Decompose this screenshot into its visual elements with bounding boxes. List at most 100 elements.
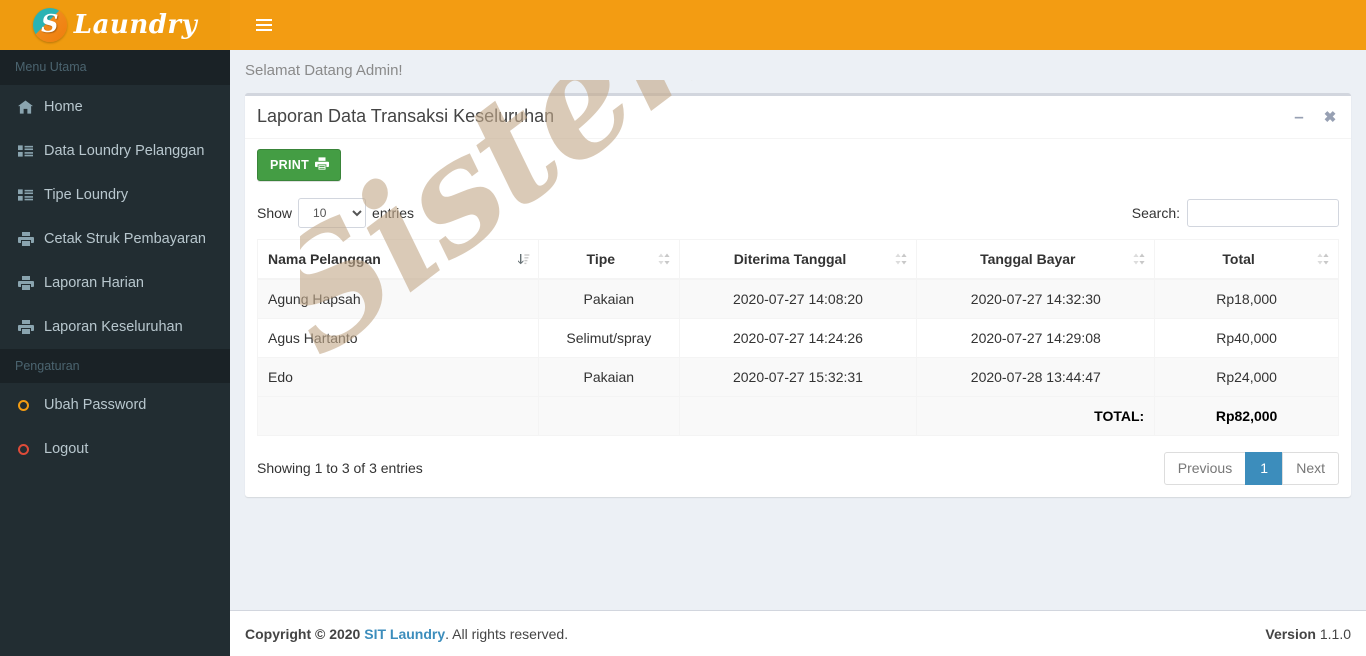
- show-label: Show: [257, 205, 293, 221]
- sort-desc-icon: [516, 252, 530, 266]
- table-head: Nama Pelanggan Tipe Diterima Tanggal Tan…: [256, 239, 1339, 280]
- company-link[interactable]: SIT Laundry: [364, 626, 445, 642]
- table-row[interactable]: Edo Pakaian 2020-07-27 15:32:31 2020-07-…: [256, 357, 1339, 397]
- column-header-nama-pelanggan[interactable]: Nama Pelanggan: [256, 239, 540, 280]
- column-header-tanggal-bayar[interactable]: Tanggal Bayar: [916, 239, 1156, 280]
- entries-label: entries: [372, 205, 415, 221]
- page-footer: Copyright © 2020 SIT Laundry. All rights…: [230, 610, 1366, 656]
- sidebar-item-ubah-password[interactable]: Ubah Password: [0, 383, 230, 427]
- cell-nama-pelanggan: Edo: [256, 357, 540, 397]
- search-control: Search:: [1132, 199, 1339, 227]
- list-icon: [18, 188, 44, 201]
- sort-none-icon: [1132, 252, 1146, 266]
- page-root: S Laundry Menu Utama Home Data Loundry P…: [0, 0, 1366, 656]
- hamburger-bar: [256, 29, 272, 31]
- pagination-next[interactable]: Next: [1282, 451, 1339, 485]
- sort-none-icon: [1316, 252, 1330, 266]
- pagination-page-1[interactable]: 1: [1245, 451, 1284, 485]
- box-tools: – ✖: [1288, 106, 1341, 128]
- entries-length-control: Show 10 25 50 100 entries: [257, 198, 414, 228]
- cell-diterima-tanggal: 2020-07-27 14:08:20: [678, 278, 918, 319]
- column-label: Tipe: [586, 251, 616, 267]
- sidebar-item-tipe-loundry[interactable]: Tipe Loundry: [0, 173, 230, 217]
- column-header-tipe[interactable]: Tipe: [538, 239, 680, 280]
- list-icon: [18, 144, 44, 157]
- column-label: Nama Pelanggan: [268, 251, 381, 267]
- sidebar-item-data-loundry-pelanggan[interactable]: Data Loundry Pelanggan: [0, 129, 230, 173]
- brand-name: Laundry: [73, 10, 198, 40]
- cell-tanggal-bayar: 2020-07-27 14:32:30: [916, 278, 1156, 319]
- content-wrapper: Selamat Datang Admin! Laporan Data Trans…: [230, 50, 1366, 656]
- top-navbar: [230, 0, 1366, 50]
- pagination: Previous 1 Next: [1163, 451, 1339, 485]
- sidebar-item-label: Logout: [44, 441, 89, 457]
- datatable-controls: Show 10 25 50 100 entries Search:: [257, 198, 1339, 228]
- entries-per-page-select[interactable]: 10 25 50 100: [298, 198, 367, 228]
- cell-total: Rp18,000: [1154, 278, 1339, 319]
- hamburger-bar: [256, 24, 272, 26]
- circle-red-icon: [18, 443, 44, 455]
- cell-tipe: Pakaian: [538, 357, 680, 397]
- circle-orange-icon: [18, 399, 44, 411]
- copyright: Copyright © 2020 SIT Laundry. All rights…: [245, 626, 568, 642]
- sidebar-item-label: Cetak Struk Pembayaran: [44, 230, 206, 247]
- page-greeting: Selamat Datang Admin!: [245, 62, 403, 79]
- sidebar-item-laporan-keseluruhan[interactable]: Laporan Keseluruhan: [0, 305, 230, 349]
- version-info: Version 1.1.0: [1265, 626, 1351, 642]
- sidebar-section-header-settings: Pengaturan: [0, 348, 230, 383]
- version-label: Version: [1265, 625, 1316, 642]
- table-row[interactable]: Agung Hapsah Pakaian 2020-07-27 14:08:20…: [256, 278, 1339, 319]
- sidebar-item-label: Laporan Harian: [44, 274, 144, 291]
- column-header-diterima-tanggal[interactable]: Diterima Tanggal: [678, 239, 918, 280]
- table-header-row: Nama Pelanggan Tipe Diterima Tanggal Tan…: [256, 239, 1339, 280]
- sidebar-item-home[interactable]: Home: [0, 85, 230, 129]
- print-icon: [18, 319, 44, 334]
- cell-tipe: Selimut/spray: [538, 318, 680, 358]
- transactions-table: Nama Pelanggan Tipe Diterima Tanggal Tan…: [256, 239, 1339, 436]
- cell-tipe: Pakaian: [538, 278, 680, 319]
- content-body: Laporan Data Transaksi Keseluruhan – ✖ P…: [230, 93, 1366, 497]
- column-header-total[interactable]: Total: [1154, 239, 1339, 280]
- box-body: PRINT Show 10 25 50 100: [245, 139, 1351, 497]
- sidebar-section-header-main: Menu Utama: [0, 50, 230, 85]
- print-button-label: PRINT: [270, 158, 309, 172]
- sidebar: Menu Utama Home Data Loundry Pelanggan T…: [0, 50, 230, 656]
- table-row[interactable]: Agus Hartanto Selimut/spray 2020-07-27 1…: [256, 318, 1339, 358]
- datatable-footer: Showing 1 to 3 of 3 entries Previous 1 N…: [257, 451, 1339, 485]
- datatable-info: Showing 1 to 3 of 3 entries: [257, 460, 423, 476]
- brand-logo[interactable]: S Laundry: [32, 8, 198, 42]
- sidebar-item-cetak-struk-pembayaran[interactable]: Cetak Struk Pembayaran: [0, 217, 230, 261]
- sidebar-item-laporan-harian[interactable]: Laporan Harian: [0, 261, 230, 305]
- hamburger-icon[interactable]: [242, 0, 286, 50]
- logo-bar[interactable]: S Laundry: [0, 0, 230, 50]
- sort-none-icon: [657, 252, 671, 266]
- sidebar-item-label: Data Loundry Pelanggan: [44, 142, 205, 159]
- column-label: Tanggal Bayar: [980, 251, 1076, 267]
- cell-total: Rp40,000: [1154, 318, 1339, 358]
- printer-icon: [315, 157, 329, 173]
- print-icon: [18, 275, 44, 290]
- cell-tanggal-bayar: 2020-07-28 13:44:47: [916, 357, 1156, 397]
- print-button[interactable]: PRINT: [257, 149, 341, 181]
- cell-diterima-tanggal: 2020-07-27 14:24:26: [678, 318, 918, 358]
- search-label: Search:: [1131, 205, 1180, 221]
- sidebar-item-logout[interactable]: Logout: [0, 427, 230, 471]
- sidebar-item-label: Home: [44, 98, 83, 115]
- version-number: 1.1.0: [1319, 625, 1351, 642]
- report-box: Laporan Data Transaksi Keseluruhan – ✖ P…: [245, 93, 1351, 497]
- cell-tanggal-bayar: 2020-07-27 14:29:08: [916, 318, 1156, 358]
- column-label: Total: [1222, 251, 1255, 267]
- box-header: Laporan Data Transaksi Keseluruhan – ✖: [245, 96, 1351, 139]
- minimize-icon[interactable]: –: [1288, 106, 1310, 128]
- cell-nama-pelanggan: Agus Hartanto: [256, 318, 540, 358]
- logo-letter: S: [41, 9, 59, 38]
- print-icon: [18, 231, 44, 246]
- table-body: Agung Hapsah Pakaian 2020-07-27 14:08:20…: [256, 278, 1339, 436]
- search-input[interactable]: [1187, 199, 1339, 227]
- close-icon[interactable]: ✖: [1319, 106, 1341, 128]
- home-icon: [18, 99, 44, 114]
- total-spacer-cell: [256, 396, 540, 436]
- sidebar-item-label: Laporan Keseluruhan: [44, 318, 183, 335]
- sort-none-icon: [894, 252, 908, 266]
- pagination-previous[interactable]: Previous: [1163, 451, 1247, 485]
